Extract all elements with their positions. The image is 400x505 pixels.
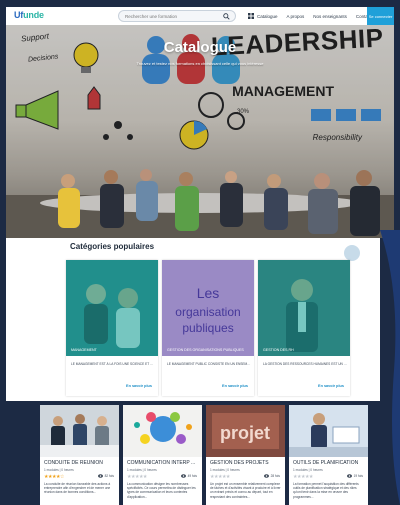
course-card[interactable]: projet GESTION DES PROJETS 1 modules | 0… xyxy=(206,405,285,505)
course-title: GESTION DES PROJETS xyxy=(210,460,269,466)
category-label: GESTION DES RH xyxy=(263,347,294,352)
views-count: 28 fois xyxy=(263,474,280,478)
course-desc: La communication désigne les nombreuses … xyxy=(127,482,196,499)
nav-a-propos[interactable]: A propos xyxy=(287,14,305,19)
views-count: 19 fois xyxy=(346,474,363,478)
rating-stars: ★★★★☆ xyxy=(44,474,64,480)
category-desc: LE MANAGEMENT PUBLIC CONSISTE EN UN ENSE… xyxy=(167,362,251,366)
course-title: CONDUITE DE REUNION xyxy=(44,460,103,466)
course-desc: Un projet est un ensemble relativement c… xyxy=(210,482,281,499)
logo-text: Ufunde xyxy=(14,10,44,20)
doodle-management: MANAGEMENT xyxy=(232,83,334,99)
category-card-management[interactable]: MANAGEMENT LE MANAGEMENT EST À LA FOIS U… xyxy=(66,260,158,396)
section-title: Catégories populaires xyxy=(70,242,155,251)
learn-more-link[interactable]: En savoir plus xyxy=(318,384,344,388)
ufunde-logo[interactable]: Ufunde xyxy=(14,10,44,22)
rating-stars: ★★★★★ xyxy=(210,474,230,480)
course-title: OUTILS DE PLANIFICATION xyxy=(293,460,359,466)
eye-icon xyxy=(346,474,352,478)
views-label: 82 fois xyxy=(104,474,114,478)
category-card-gestion-rh[interactable]: GESTION DES RH LA GESTION DES RESSOURCES… xyxy=(258,260,350,396)
main-nav: Catalogue A propos Nos enseignants Conta… xyxy=(248,7,371,25)
views-label: 49 fois xyxy=(187,474,197,478)
eye-icon xyxy=(97,474,103,478)
rating-stars: ★★★★★ xyxy=(293,474,313,480)
category-desc: LE MANAGEMENT EST À LA FOIS UNE SCIENCE … xyxy=(71,362,155,366)
popular-categories-section: Catégories populaires MANAGEMENT LE MANA… xyxy=(6,238,380,401)
category-image: MANAGEMENT xyxy=(66,260,158,356)
course-desc: La formation permet l'acquisition des di… xyxy=(293,482,359,499)
learn-more-link[interactable]: En savoir plus xyxy=(126,384,152,388)
views-label: 19 fois xyxy=(353,474,363,478)
course-title: COMMUNICATION INTERP ... xyxy=(127,460,196,466)
course-image xyxy=(123,405,202,457)
course-image: projet xyxy=(206,405,285,457)
decorative-circle xyxy=(344,245,360,261)
search-input[interactable] xyxy=(119,13,219,19)
course-image xyxy=(289,405,368,457)
course-meta: 1 modules | 0 heures xyxy=(293,468,323,472)
doodle-percent: 30% xyxy=(236,109,249,115)
course-desc: La conduite de réunion favorable des act… xyxy=(44,482,111,495)
page-title: Catalogue xyxy=(163,39,237,56)
category-desc: LA GESTION DES RESSOURCES HUMAINES EST U… xyxy=(263,362,347,366)
course-image xyxy=(40,405,119,457)
search-bar[interactable] xyxy=(118,10,236,22)
category-image: Les organisation publiques GESTION DES O… xyxy=(162,260,254,356)
course-image-text: projet xyxy=(220,423,270,443)
rating-stars: ★★★★★ xyxy=(127,474,147,480)
category-card-gestion-organisations[interactable]: Les organisation publiques GESTION DES O… xyxy=(162,260,254,396)
category-label: MANAGEMENT xyxy=(71,347,97,352)
nav-catalogue-label: Catalogue xyxy=(257,13,278,19)
views-count: 82 fois xyxy=(97,474,114,478)
meeting-people-photo xyxy=(58,169,380,236)
page-subtitle: Trouvez et testez nos formations en choi… xyxy=(136,61,264,66)
login-button[interactable]: Se connecter xyxy=(367,7,394,25)
course-card[interactable]: COMMUNICATION INTERP ... 1 modules | 0 h… xyxy=(123,405,202,505)
course-meta: 1 modules | 0 heures xyxy=(44,468,74,472)
views-count: 49 fois xyxy=(180,474,197,478)
category-label: GESTION DES ORGANISATIONS PUBLIQUES xyxy=(167,347,244,352)
learn-more-link[interactable]: En savoir plus xyxy=(222,384,248,388)
course-meta: 1 modules | 0 heures xyxy=(127,468,157,472)
top-navbar: Ufunde Catalogue A propos Nos enseignant… xyxy=(6,7,394,25)
course-meta: 1 modules | 0 heures xyxy=(210,468,240,472)
nav-enseignants[interactable]: Nos enseignants xyxy=(313,14,347,19)
category-image: GESTION DES RH xyxy=(258,260,350,356)
doodle-responsibility: Responsibility xyxy=(312,133,362,142)
eye-icon xyxy=(263,474,269,478)
hero-banner: LEADERSHIP MANAGEMENT Responsibility Sup… xyxy=(6,25,394,238)
nav-catalogue[interactable]: Catalogue xyxy=(248,13,278,19)
course-card[interactable]: OUTILS DE PLANIFICATION 1 modules | 0 he… xyxy=(289,405,368,505)
eye-icon xyxy=(180,474,186,478)
courses-grid: CONDUITE DE REUNION 1 modules | 0 heures… xyxy=(0,401,400,505)
search-icon[interactable] xyxy=(223,13,230,20)
course-card[interactable]: CONDUITE DE REUNION 1 modules | 0 heures… xyxy=(40,405,119,505)
grid-icon xyxy=(248,13,254,19)
views-label: 28 fois xyxy=(270,474,280,478)
